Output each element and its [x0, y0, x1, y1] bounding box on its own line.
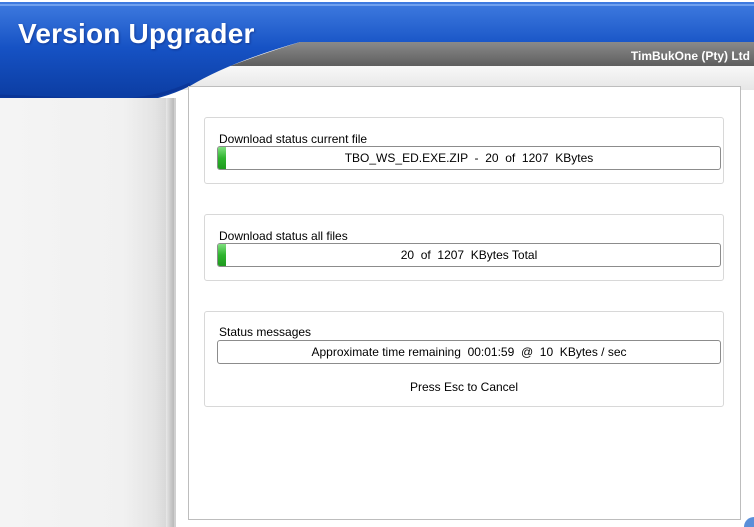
all-files-group: Download status all files 20 of 1207 KBy… — [204, 214, 724, 281]
upgrader-window: Version Upgrader TimBukOne (Pty) Ltd Dow… — [0, 0, 754, 527]
cancel-hint-text: Press Esc to Cancel — [409, 380, 519, 394]
current-file-label: Download status current file — [219, 132, 368, 146]
all-files-progress-bar: 20 of 1207 KBytes Total — [217, 243, 721, 267]
status-message-field: Approximate time remaining 00:01:59 @ 10… — [217, 340, 721, 364]
current-file-progress-bar: TBO_WS_ED.EXE.ZIP - 20 of 1207 KBytes — [217, 146, 721, 170]
left-sidebar — [0, 98, 176, 527]
all-files-progress-text: 20 of 1207 KBytes Total — [400, 248, 538, 262]
current-file-progress-text: TBO_WS_ED.EXE.ZIP - 20 of 1207 KBytes — [344, 151, 594, 165]
main-panel: Download status current file TBO_WS_ED.E… — [188, 86, 741, 520]
window-corner-decoration — [744, 517, 754, 527]
app-title: Version Upgrader — [18, 18, 255, 49]
status-label: Status messages — [219, 325, 312, 339]
sidebar-edge-divider — [166, 98, 174, 527]
current-file-group: Download status current file TBO_WS_ED.E… — [204, 117, 724, 184]
company-name: TimBukOne (Pty) Ltd — [630, 49, 750, 63]
status-group: Status messages Approximate time remaini… — [204, 311, 724, 407]
status-message-text: Approximate time remaining 00:01:59 @ 10… — [311, 345, 627, 359]
all-files-label: Download status all files — [219, 229, 348, 243]
